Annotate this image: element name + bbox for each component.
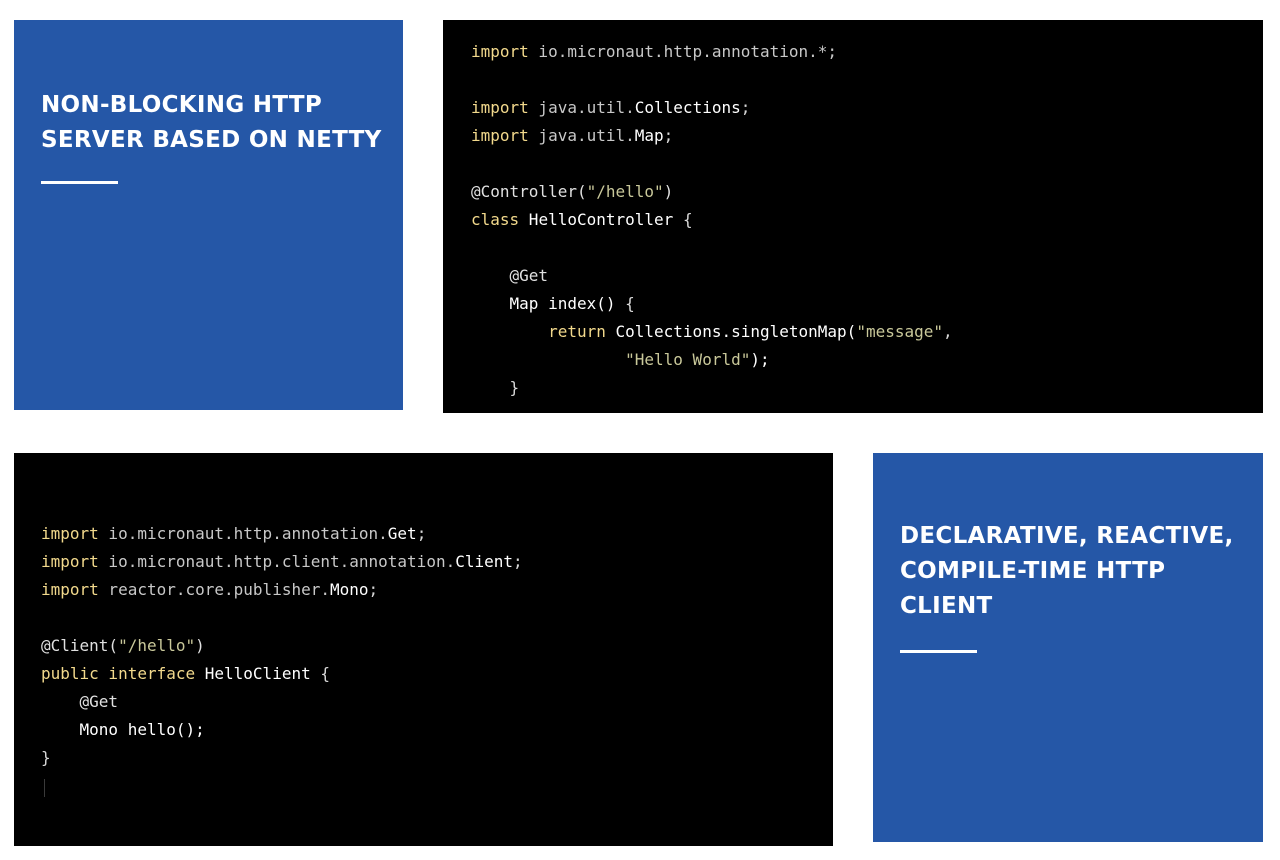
code-token: {: [625, 294, 635, 313]
code-token: ,: [943, 322, 953, 341]
code-line: Map index() {: [471, 290, 953, 318]
code-token: Collections: [634, 98, 741, 117]
code-token: "/hello": [586, 182, 664, 201]
code-token: Collections.singletonMap(: [605, 322, 857, 341]
code-token: Mono: [329, 580, 369, 599]
code-token: ): [195, 636, 205, 655]
code-line: @Get: [41, 688, 523, 716]
code-token: reactor.core.publisher.: [98, 580, 330, 599]
code-line: }: [41, 744, 523, 772]
code-token: HelloController: [519, 210, 683, 229]
code-line: import java.util.Collections;: [471, 94, 953, 122]
code-line: }: [471, 374, 953, 402]
feature-title: DECLARATIVE, REACTIVE, COMPILE-TIME HTTP…: [900, 523, 1234, 619]
code-token: java.util.: [528, 126, 635, 145]
text-caret: [44, 779, 45, 797]
code-token: import: [471, 98, 529, 117]
code-line: import io.micronaut.http.annotation.Get;: [41, 520, 523, 548]
code-token: public interface: [41, 664, 196, 683]
code-token: {: [320, 664, 330, 683]
code-token: Map: [634, 126, 664, 145]
code-token: "message": [856, 322, 944, 341]
code-line: public interface HelloClient {: [41, 660, 523, 688]
code-token: io.micronaut.http.annotation.*;: [528, 42, 838, 61]
code-token: ;: [740, 98, 751, 117]
code-text: import io.micronaut.http.annotation.Get;…: [41, 520, 523, 772]
code-line: Mono hello();: [41, 716, 523, 744]
code-token: java.util.: [528, 98, 635, 117]
code-token: );: [750, 350, 770, 369]
code-line: import io.micronaut.http.annotation.*;: [471, 38, 953, 66]
feature-title: NON-BLOCKING HTTP SERVER BASED ON NETTY: [41, 92, 382, 153]
feature-card-http-client: DECLARATIVE, REACTIVE, COMPILE-TIME HTTP…: [873, 453, 1263, 842]
code-line: "Hello World");: [471, 346, 953, 374]
code-token: ;: [368, 580, 379, 599]
code-token: import: [471, 42, 529, 61]
code-line: return Collections.singletonMap("message…: [471, 318, 953, 346]
code-token: {: [682, 210, 693, 229]
code-token: Client: [455, 552, 514, 571]
code-line: @Client("/hello"): [41, 632, 523, 660]
code-token: @Get: [41, 692, 119, 711]
code-block-hello-client: import io.micronaut.http.annotation.Get;…: [14, 453, 833, 846]
code-line: import io.micronaut.http.client.annotati…: [41, 548, 523, 576]
code-token: class: [471, 210, 520, 229]
code-token: @Client(: [41, 636, 119, 655]
code-token: }: [471, 378, 520, 397]
code-token: io.micronaut.http.annotation.: [98, 524, 388, 543]
code-token: io.micronaut.http.client.annotation.: [98, 552, 456, 571]
code-token: return: [471, 322, 606, 341]
title-underline: [41, 181, 118, 184]
code-token: Map index(): [471, 294, 626, 313]
code-token: "/hello": [118, 636, 196, 655]
code-line: @Controller("/hello"): [471, 178, 953, 206]
code-line: import java.util.Map;: [471, 122, 953, 150]
code-line: import reactor.core.publisher.Mono;: [41, 576, 523, 604]
code-token: }: [41, 748, 51, 767]
code-token: Get: [387, 524, 417, 543]
title-underline: [900, 650, 977, 653]
code-line: class HelloController {: [471, 206, 953, 234]
feature-card-netty-server: NON-BLOCKING HTTP SERVER BASED ON NETTY: [14, 20, 403, 410]
code-token: Mono hello();: [41, 720, 205, 739]
code-token: @Get: [471, 266, 549, 285]
code-token: @Controller(: [471, 182, 587, 201]
code-text: import io.micronaut.http.annotation.*; im…: [471, 38, 953, 402]
code-token: ;: [513, 552, 523, 571]
code-token: ;: [416, 524, 427, 543]
code-token: "Hello World": [471, 350, 751, 369]
code-token: import: [41, 524, 99, 543]
code-token: HelloClient: [195, 664, 321, 683]
code-token: import: [471, 126, 529, 145]
code-token: ): [663, 182, 674, 201]
code-block-hello-controller: import io.micronaut.http.annotation.*; im…: [443, 20, 1263, 413]
code-line: @Get: [471, 262, 953, 290]
code-token: import: [41, 580, 99, 599]
code-token: import: [41, 552, 99, 571]
code-token: ;: [663, 126, 674, 145]
